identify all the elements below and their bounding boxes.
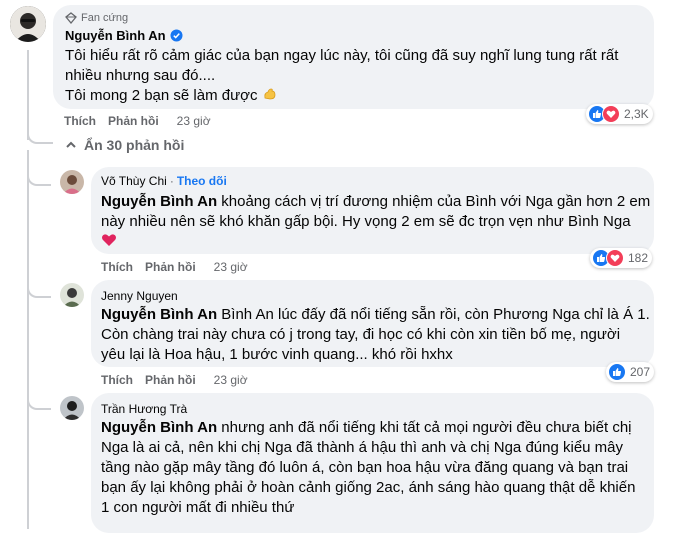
comment-text: Nguyễn Bình An khoảng cách vị trí đương … — [101, 192, 650, 252]
like-reaction-icon — [608, 363, 626, 381]
reply-button[interactable]: Phản hồi — [108, 114, 159, 128]
mention-link[interactable]: Nguyễn Bình An — [101, 419, 217, 436]
reply-button[interactable]: Phản hồi — [145, 373, 196, 387]
thread-branch-2 — [27, 282, 51, 298]
reaction-count: 207 — [630, 365, 651, 379]
mention-link[interactable]: Nguyễn Bình An — [101, 193, 217, 210]
author-name[interactable]: Jenny Nguyen — [101, 289, 178, 303]
thread-line-branch — [27, 128, 53, 144]
thread-branch-3 — [27, 394, 51, 410]
comment-text: Nguyễn Bình An nhưng anh đã nổi tiếng kh… — [101, 419, 636, 516]
timestamp[interactable]: 23 giờ — [214, 260, 248, 274]
author-name[interactable]: Nguyễn Bình An — [65, 28, 166, 43]
comment-text: Tôi hiểu rất rõ cảm giác của bạn ngay lú… — [65, 47, 619, 104]
reaction-summary[interactable]: 2,3K — [586, 104, 653, 124]
reply-bubble: Võ Thùy Chi · Theo dõi Nguyễn Bình An kh… — [91, 167, 654, 254]
thread-line-main — [27, 50, 29, 140]
thread-branch-1 — [27, 170, 51, 186]
mention-link[interactable]: Nguyễn Bình An — [101, 306, 217, 323]
love-reaction-icon — [606, 249, 624, 267]
reaction-summary[interactable]: 207 — [606, 362, 655, 382]
muscle-emoji-icon — [262, 86, 278, 102]
reaction-count: 2,3K — [624, 107, 649, 121]
thread-line-replies — [27, 150, 29, 529]
avatar[interactable] — [60, 396, 84, 420]
fan-badge-icon — [65, 12, 77, 24]
avatar[interactable] — [60, 283, 84, 307]
comment-text: Nguyễn Bình An Bình An lúc đấy đã nổi ti… — [101, 306, 650, 363]
reaction-count: 182 — [628, 251, 649, 265]
author-name[interactable]: Trần Hương Trà — [101, 402, 187, 416]
follow-button[interactable]: Theo dõi — [177, 174, 227, 188]
reply-bubble: Trần Hương Trà Nguyễn Bình An nhưng anh … — [91, 393, 654, 533]
avatar[interactable] — [10, 6, 46, 42]
heart-emoji-icon — [101, 232, 117, 248]
like-button[interactable]: Thích — [101, 260, 133, 274]
reaction-summary[interactable]: 182 — [590, 248, 653, 268]
fan-badge-label: Fan cứng — [81, 12, 129, 24]
hide-replies-label: Ẩn 30 phản hồi — [84, 137, 185, 153]
chevron-up-icon — [66, 141, 76, 148]
timestamp[interactable]: 23 giờ — [214, 373, 248, 387]
like-button[interactable]: Thích — [64, 114, 96, 128]
author-name[interactable]: Võ Thùy Chi — [101, 174, 167, 188]
reply-button[interactable]: Phản hồi — [145, 260, 196, 274]
reply-bubble: Jenny Nguyen Nguyễn Bình An Bình An lúc … — [91, 280, 654, 367]
fan-badge: Fan cứng — [65, 12, 128, 24]
avatar[interactable] — [60, 170, 84, 194]
main-comment-bubble: Fan cứng Nguyễn Bình An Tôi hiểu rất rõ … — [53, 5, 654, 109]
hide-replies-button[interactable]: Ẩn 30 phản hồi — [64, 137, 184, 153]
love-reaction-icon — [602, 105, 620, 123]
timestamp[interactable]: 23 giờ — [177, 114, 211, 128]
verified-icon — [170, 29, 183, 42]
like-button[interactable]: Thích — [101, 373, 133, 387]
